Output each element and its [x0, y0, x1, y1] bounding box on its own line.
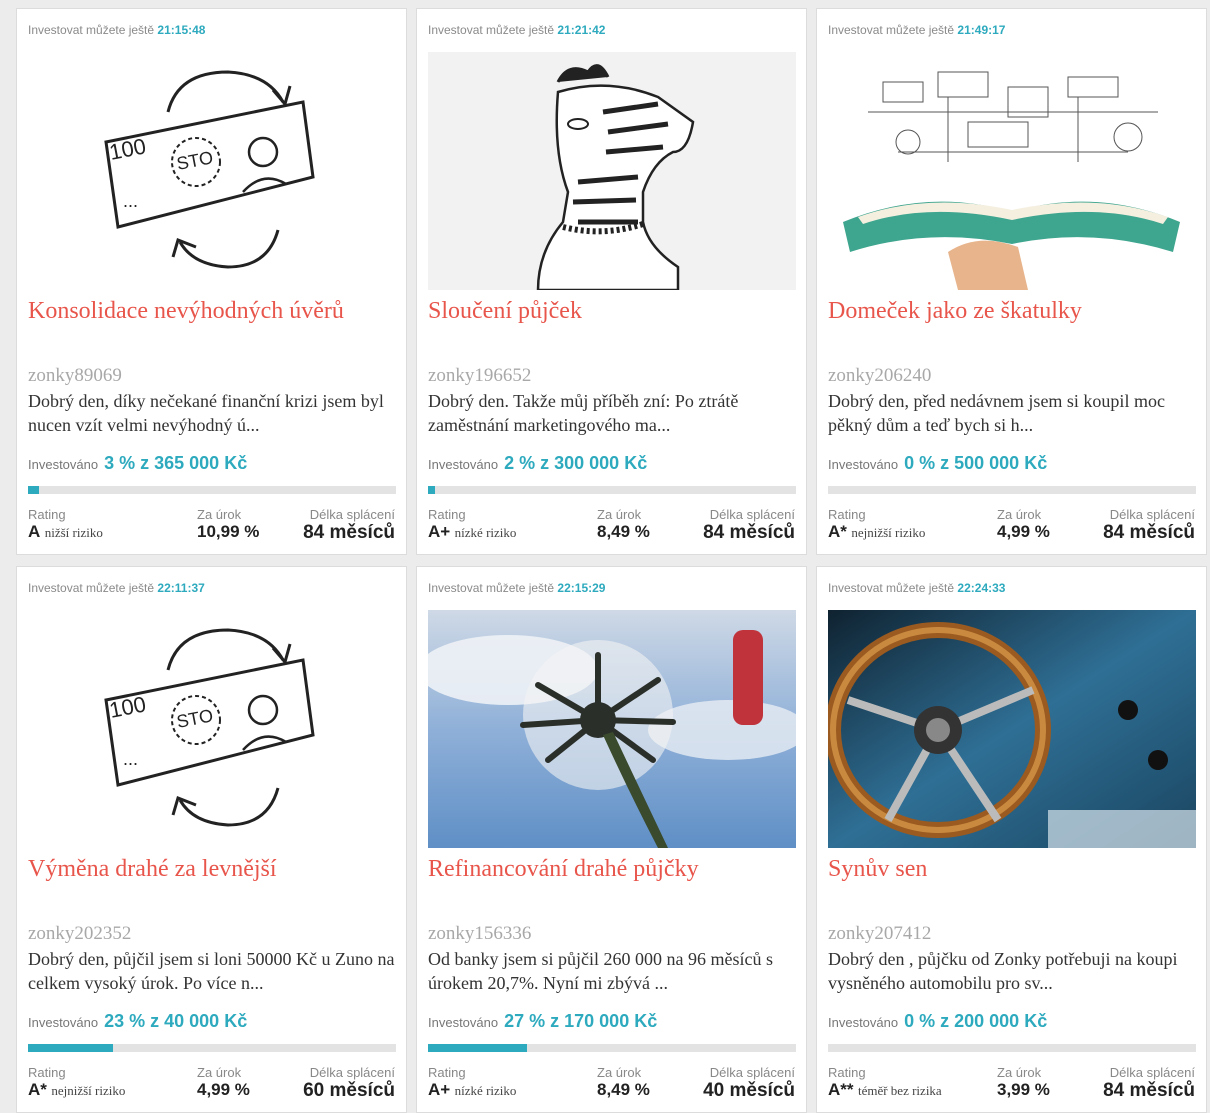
- loan-image-zebra-sketch[interactable]: [428, 52, 796, 290]
- progress-bar: [428, 1044, 796, 1052]
- loan-title[interactable]: Výměna drahé za levnější: [28, 855, 396, 884]
- time-remaining: Investovat můžete ještě 22:15:29: [428, 581, 606, 595]
- rating-grade: A+: [428, 1080, 451, 1099]
- loan-image-steering-wheel-photo[interactable]: [828, 610, 1196, 848]
- risk-label: téměř bez rizika: [857, 1083, 942, 1098]
- loan-card[interactable]: Investovat můžete ještě 22:24:33 Synův s…: [816, 566, 1207, 1113]
- invested-amount: 27 % z 170 000 Kč: [504, 1011, 658, 1031]
- rating: Rating A+ nízké riziko: [428, 507, 517, 541]
- progress-bar: [828, 486, 1196, 494]
- loan-title[interactable]: Refinancování drahé půjčky: [428, 855, 796, 884]
- borrower-nickname: zonky89069: [28, 365, 122, 386]
- loan-story: Dobrý den, před nedávnem jsem si koupil …: [828, 391, 1165, 435]
- invested-amount: 3 % z 365 000 Kč: [104, 453, 248, 473]
- progress-fill: [428, 1044, 528, 1052]
- loan-card[interactable]: Investovat můžete ještě 21:21:42 Sloučen…: [416, 8, 807, 555]
- rating: Rating A* nejnižší riziko: [828, 507, 926, 541]
- loan-story: Dobrý den, půjčil jsem si loni 50000 Kč …: [28, 949, 395, 993]
- rating: Rating A+ nízké riziko: [428, 1065, 517, 1099]
- interest-rate: Za úrok 8,49 %: [597, 1065, 650, 1099]
- progress-fill: [28, 1044, 113, 1052]
- invested-info: Investováno 23 % z 40 000 Kč: [28, 1011, 248, 1031]
- loan-card[interactable]: Investovat můžete ještě 22:11:37 100 STO…: [16, 566, 407, 1113]
- progress-bar: [28, 486, 396, 494]
- rating: Rating A nižší riziko: [28, 507, 103, 541]
- risk-label: nejnižší riziko: [851, 525, 926, 540]
- interest-rate: Za úrok 4,99 %: [197, 1065, 250, 1099]
- loan-grid: Investovat můžete ještě 21:15:48 100 STO…: [16, 8, 1207, 1113]
- invested-amount: 2 % z 300 000 Kč: [504, 453, 648, 473]
- interest-rate: Za úrok 4,99 %: [997, 507, 1050, 541]
- risk-label: nízké riziko: [454, 1083, 517, 1098]
- borrower-nickname: zonky202352: [28, 923, 132, 944]
- loan-term: Délka splácení 84 měsíců: [303, 507, 395, 543]
- borrower-nickname: zonky206240: [828, 365, 932, 386]
- rating-grade: A: [28, 522, 41, 541]
- borrower-nickname: zonky207412: [828, 923, 932, 944]
- time-remaining: Investovat můžete ještě 21:49:17: [828, 23, 1006, 37]
- risk-label: nižší riziko: [44, 525, 103, 540]
- invested-info: Investováno 0 % z 200 000 Kč: [828, 1011, 1048, 1031]
- interest-rate: Za úrok 3,99 %: [997, 1065, 1050, 1099]
- svg-text:...: ...: [123, 191, 138, 211]
- loan-story: Dobrý den, díky nečekané finanční krizi …: [28, 391, 384, 435]
- time-remaining: Investovat můžete ještě 21:21:42: [428, 23, 606, 37]
- rating-grade: A*: [828, 522, 847, 541]
- invested-info: Investováno 0 % z 500 000 Kč: [828, 453, 1048, 473]
- risk-label: nejnižší riziko: [51, 1083, 126, 1098]
- invested-amount: 23 % z 40 000 Kč: [104, 1011, 248, 1031]
- rating-grade: A+: [428, 522, 451, 541]
- loan-story: Od banky jsem si půjčil 260 000 na 96 mě…: [428, 949, 773, 993]
- borrower-nickname: zonky196652: [428, 365, 532, 386]
- progress-bar: [828, 1044, 1196, 1052]
- svg-text:...: ...: [123, 749, 138, 769]
- loan-title[interactable]: Konsolidace nevýhodných úvěrů: [28, 297, 396, 326]
- loan-term: Délka splácení 84 měsíců: [1103, 507, 1195, 543]
- loan-image-banknote-sketch[interactable]: 100 STO ...: [28, 610, 396, 848]
- loan-image-dandelion-photo[interactable]: [428, 610, 796, 848]
- loan-title[interactable]: Sloučení půjček: [428, 297, 796, 326]
- invested-amount: 0 % z 200 000 Kč: [904, 1011, 1048, 1031]
- invested-amount: 0 % z 500 000 Kč: [904, 453, 1048, 473]
- time-remaining: Investovat můžete ještě 21:15:48: [28, 23, 206, 37]
- invested-info: Investováno 2 % z 300 000 Kč: [428, 453, 648, 473]
- loan-story: Dobrý den , půjčku od Zonky potřebuji na…: [828, 949, 1178, 993]
- loan-card[interactable]: Investovat můžete ještě 21:15:48 100 STO…: [16, 8, 407, 555]
- loan-card[interactable]: Investovat můžete ještě 22:15:29 Refinan…: [416, 566, 807, 1113]
- interest-rate: Za úrok 10,99 %: [197, 507, 260, 541]
- loan-card[interactable]: Investovat můžete ještě 21:49:17 Domeček…: [816, 8, 1207, 555]
- time-remaining: Investovat můžete ještě 22:24:33: [828, 581, 1006, 595]
- rating-grade: A**: [828, 1080, 854, 1099]
- invested-info: Investováno 3 % z 365 000 Kč: [28, 453, 248, 473]
- rating: Rating A* nejnižší riziko: [28, 1065, 126, 1099]
- invested-info: Investováno 27 % z 170 000 Kč: [428, 1011, 658, 1031]
- progress-bar: [428, 486, 796, 494]
- rating-grade: A*: [28, 1080, 47, 1099]
- time-remaining: Investovat můžete ještě 22:11:37: [28, 581, 205, 595]
- loan-title[interactable]: Synův sen: [828, 855, 1196, 884]
- risk-label: nízké riziko: [454, 525, 517, 540]
- loan-image-open-book-photo[interactable]: [828, 52, 1196, 290]
- loan-term: Délka splácení 84 měsíců: [703, 507, 795, 543]
- loan-term: Délka splácení 84 měsíců: [1103, 1065, 1195, 1101]
- rating: Rating A** téměř bez rizika: [828, 1065, 942, 1099]
- loan-title[interactable]: Domeček jako ze škatulky: [828, 297, 1196, 326]
- borrower-nickname: zonky156336: [428, 923, 532, 944]
- loan-story: Dobrý den. Takže můj příběh zní: Po ztrá…: [428, 391, 739, 435]
- progress-fill: [428, 486, 436, 494]
- loan-term: Délka splácení 60 měsíců: [303, 1065, 395, 1101]
- progress-bar: [28, 1044, 396, 1052]
- interest-rate: Za úrok 8,49 %: [597, 507, 650, 541]
- loan-term: Délka splácení 40 měsíců: [703, 1065, 795, 1101]
- loan-image-banknote-sketch[interactable]: 100 STO ...: [28, 52, 396, 290]
- progress-fill: [28, 486, 40, 494]
